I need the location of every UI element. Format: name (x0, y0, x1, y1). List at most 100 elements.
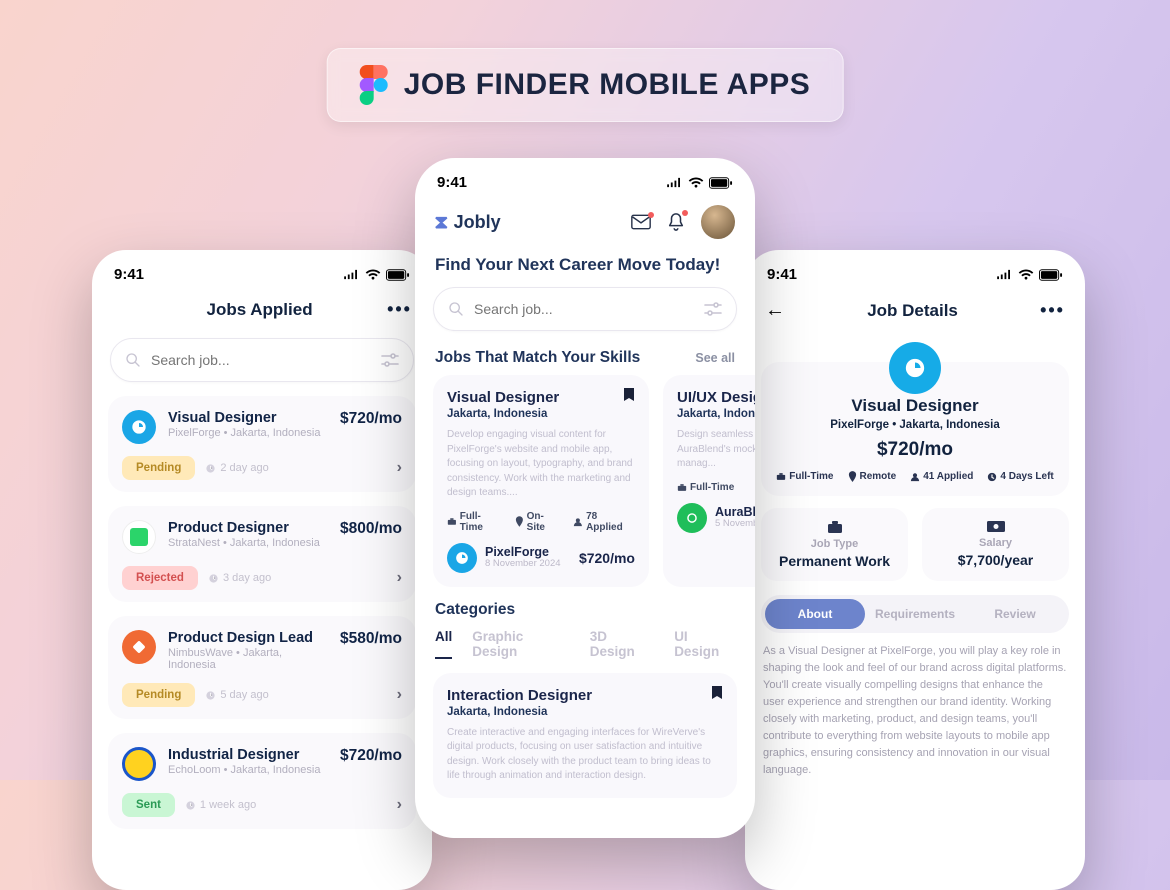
clock-icon (205, 690, 216, 701)
job-date: 5 November 2024 (715, 518, 755, 529)
status-badge: Rejected (122, 566, 198, 590)
tab-about[interactable]: About (765, 599, 865, 629)
company-logo (889, 342, 941, 394)
briefcase-icon (447, 517, 457, 526)
search-box[interactable] (433, 287, 737, 331)
job-tags: Full-Time On-Site 78 Applied (447, 511, 635, 533)
search-box[interactable] (110, 338, 414, 382)
company-name: AuraBlend (715, 506, 755, 519)
filter-icon[interactable] (381, 353, 399, 367)
job-description: Create interactive and engaging interfac… (447, 726, 723, 784)
chevron-right-icon[interactable]: › (397, 796, 402, 814)
avatar[interactable] (701, 205, 735, 239)
search-input[interactable] (474, 301, 694, 317)
signal-icon (343, 269, 360, 280)
match-job-card[interactable]: UI/UX Designer Jakarta, Indonesia Design… (663, 375, 755, 587)
status-badge: Pending (122, 456, 195, 480)
match-carousel[interactable]: Visual Designer Jakarta, Indonesia Devel… (415, 375, 755, 587)
job-company-location: NimbusWave • Jakarta, Indonesia (168, 647, 328, 671)
filter-icon[interactable] (704, 302, 722, 316)
match-job-card[interactable]: Visual Designer Jakarta, Indonesia Devel… (433, 375, 649, 587)
wifi-icon (365, 269, 381, 281)
battery-icon (386, 269, 410, 281)
job-time: 5 day ago (205, 689, 268, 701)
person-icon (573, 517, 583, 527)
tab-ui[interactable]: UI Design (674, 629, 735, 659)
company-logo (677, 503, 707, 533)
job-date: 8 November 2024 (485, 558, 561, 569)
hero-heading: Find Your Next Career Move Today! (415, 249, 755, 281)
metric-value: Permanent Work (773, 553, 896, 569)
figma-icon (360, 65, 388, 105)
detail-tabs: About Requirements Review (761, 595, 1069, 633)
notifications-button[interactable] (667, 212, 685, 232)
screen-title: Job Details (867, 301, 958, 321)
search-icon (448, 301, 464, 317)
tab-all[interactable]: All (435, 629, 452, 659)
chevron-right-icon[interactable]: › (397, 569, 402, 587)
applied-job-card[interactable]: Product Design Lead NimbusWave • Jakarta… (108, 616, 416, 719)
hourglass-icon: ⧗ (434, 212, 448, 233)
cash-icon (934, 520, 1057, 533)
metric-label: Job Type (773, 538, 896, 550)
clock-icon (205, 463, 216, 474)
job-location: Jakarta, Indonesia (677, 408, 755, 420)
more-button[interactable]: ••• (387, 299, 412, 320)
status-time: 9:41 (437, 174, 467, 191)
applied-job-card[interactable]: Industrial Designer EchoLoom • Jakarta, … (108, 733, 416, 829)
salary-metric: Salary $7,700/year (922, 508, 1069, 581)
section-heading: Jobs That Match Your Skills (435, 349, 640, 367)
screen-home: 9:41 ⧗ Jobly Find Your Next Career Move … (415, 158, 755, 838)
pin-icon (515, 516, 524, 527)
tab-3d[interactable]: 3D Design (590, 629, 654, 659)
category-tabs: All Graphic Design 3D Design UI Design (415, 625, 755, 669)
brand-name: Jobly (454, 212, 501, 233)
status-bar: 9:41 (415, 158, 755, 197)
job-title: Product Designer (168, 520, 320, 536)
brand-logo[interactable]: ⧗ Jobly (435, 212, 501, 233)
job-type-metric: Job Type Permanent Work (761, 508, 908, 581)
applied-job-card[interactable]: Product Designer StrataNest • Jakarta, I… (108, 506, 416, 602)
more-button[interactable]: ••• (1040, 300, 1065, 321)
status-time: 9:41 (114, 266, 144, 283)
job-title: Product Design Lead (168, 630, 328, 646)
battery-icon (709, 177, 733, 189)
job-location: Jakarta, Indonesia (447, 408, 635, 420)
clock-icon (208, 573, 219, 584)
tab-review[interactable]: Review (965, 599, 1065, 629)
see-all-link[interactable]: See all (695, 351, 735, 365)
applied-job-card[interactable]: Visual Designer PixelForge • Jakarta, In… (108, 396, 416, 492)
bookmark-icon[interactable] (711, 685, 723, 700)
tab-graphic[interactable]: Graphic Design (472, 629, 569, 659)
metric-label: Salary (934, 537, 1057, 549)
job-title: Visual Designer (775, 396, 1055, 416)
job-tags: Full-Time (677, 482, 755, 493)
category-job-card[interactable]: Interaction Designer Jakarta, Indonesia … (433, 673, 737, 798)
wifi-icon (1018, 269, 1034, 281)
bookmark-icon[interactable] (623, 387, 635, 402)
status-bar: 9:41 (92, 250, 432, 289)
signal-icon (996, 269, 1013, 280)
company-logo (122, 410, 156, 444)
pin-icon (848, 471, 857, 482)
status-icons (996, 269, 1063, 281)
wifi-icon (688, 177, 704, 189)
inbox-button[interactable] (631, 214, 651, 230)
company-logo (122, 747, 156, 781)
job-company-location: EchoLoom • Jakarta, Indonesia (168, 764, 320, 776)
chevron-right-icon[interactable]: › (397, 686, 402, 704)
search-input[interactable] (151, 352, 371, 368)
battery-icon (1039, 269, 1063, 281)
job-description: Design seamless experiences for AuraBlen… (677, 428, 755, 472)
screen-jobs-applied: 9:41 Jobs Applied ••• Visual Designer Pi… (92, 250, 432, 890)
job-title: Visual Designer (168, 410, 320, 426)
job-salary: $720/mo (340, 410, 402, 428)
job-salary: $720/mo (340, 747, 402, 765)
tab-requirements[interactable]: Requirements (865, 599, 965, 629)
categories-heading: Categories (415, 587, 755, 625)
briefcase-icon (776, 472, 786, 481)
person-icon (910, 472, 920, 482)
signal-icon (666, 177, 683, 188)
chevron-right-icon[interactable]: › (397, 459, 402, 477)
back-button[interactable]: ← (765, 299, 785, 322)
